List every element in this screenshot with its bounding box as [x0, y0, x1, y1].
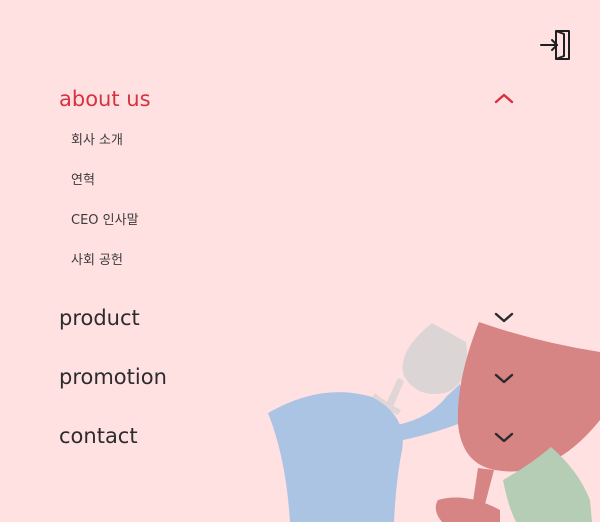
menu-item-promotion[interactable]: promotion	[59, 362, 529, 396]
submenu-item-history[interactable]: 연혁	[71, 172, 95, 190]
menu-label: product	[59, 306, 140, 330]
chevron-down-icon	[494, 312, 514, 323]
menu-header-about-us[interactable]: about us	[59, 84, 529, 118]
menu-item-contact[interactable]: contact	[59, 421, 529, 455]
menu-label: contact	[59, 424, 138, 448]
chevron-down-icon	[494, 373, 514, 384]
menu-label: about us	[59, 87, 151, 111]
submenu-item-company-intro[interactable]: 회사 소개	[71, 132, 123, 150]
chevron-down-icon	[494, 432, 514, 443]
menu-item-about-us[interactable]: about us 회사 소개 연혁 CEO 인사말 사회 공헌	[59, 84, 529, 268]
menu-label: promotion	[59, 365, 167, 389]
submenu-item-social-contribution[interactable]: 사회 공헌	[71, 252, 123, 270]
submenu-item-ceo-greeting[interactable]: CEO 인사말	[71, 212, 139, 230]
chevron-up-icon	[494, 93, 514, 104]
menu-header-promotion[interactable]: promotion	[59, 362, 529, 396]
menu-header-contact[interactable]: contact	[59, 421, 529, 455]
menu-header-product[interactable]: product	[59, 303, 529, 337]
door-enter-icon	[540, 30, 570, 60]
login-button[interactable]	[538, 28, 574, 62]
menu-item-product[interactable]: product	[59, 303, 529, 337]
